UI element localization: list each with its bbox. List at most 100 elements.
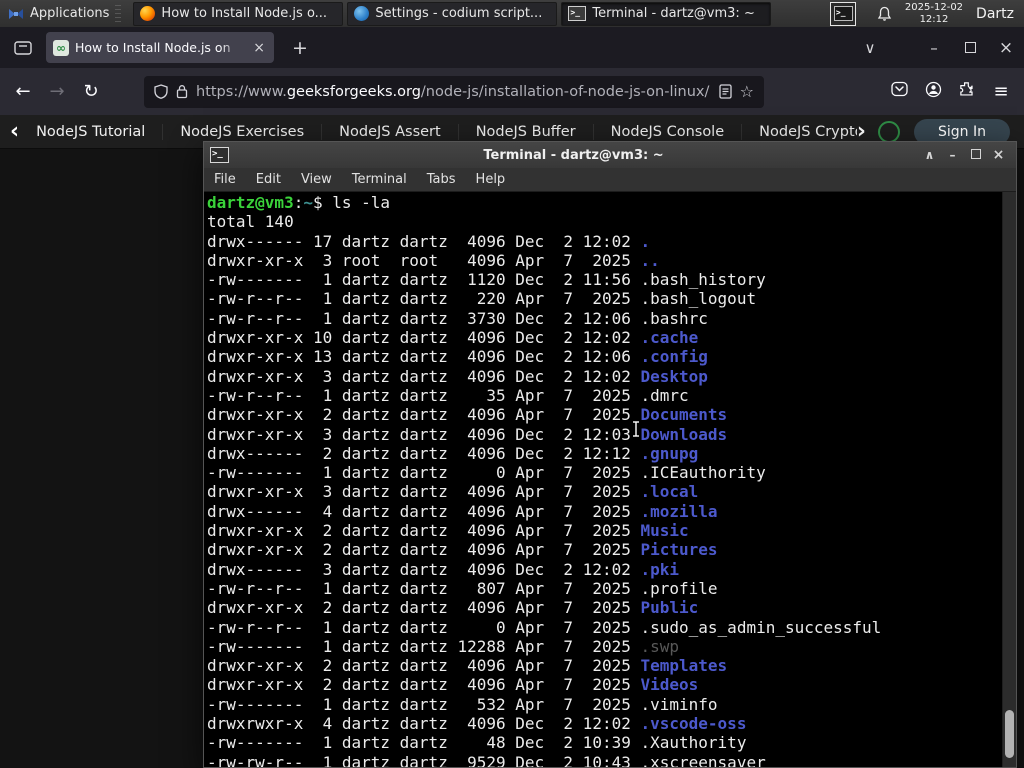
geeksforgeeks-favicon-icon: ∞ (53, 39, 69, 56)
file-attributes: drwxr-xr-x 2 dartz dartz 4096 Apr 7 2025 (207, 405, 641, 425)
directory-name: .pki (640, 559, 680, 579)
terminal-listing-row: -rw-r--r-- 1 dartz dartz 0 Apr 7 2025 .s… (207, 618, 1000, 637)
tab-title: How to Install Node.js on (75, 40, 231, 55)
terminal-output: dartz@vm3:~$ ls -la total 140 drwx------… (207, 193, 1000, 767)
terminal-listing-row: -rw-r--r-- 1 dartz dartz 220 Apr 7 2025 … (207, 289, 1000, 308)
prompt-dollar: $ (312, 193, 333, 212)
file-attributes: -rw------- 1 dartz dartz 0 Apr 7 2025 (207, 463, 641, 483)
file-attributes: -rw------- 1 dartz dartz 532 Apr 7 2025 (207, 694, 641, 714)
tray-terminal-icon[interactable]: >_ (830, 1, 857, 26)
site-nav-item[interactable]: NodeJS Tutorial (19, 124, 162, 140)
extensions-puzzle-icon[interactable] (950, 81, 984, 102)
site-nav-items: NodeJS Tutorial NodeJS Exercises NodeJS As… (19, 123, 857, 140)
terminal-listing-row: -rw------- 1 dartz dartz 532 Apr 7 2025 … (207, 695, 1000, 714)
terminal-listing-row: drwxr-xr-x 2 dartz dartz 4096 Apr 7 2025… (207, 521, 1000, 540)
terminal-scrollbar-thumb[interactable] (1005, 710, 1014, 758)
site-nav-item[interactable]: NodeJS Assert (321, 123, 458, 140)
terminal-listing-row: -rw-r--r-- 1 dartz dartz 807 Apr 7 2025 … (207, 579, 1000, 598)
terminal-listing-row: drwx------ 2 dartz dartz 4096 Dec 2 12:1… (207, 444, 1000, 463)
terminal-maximize-button[interactable] (964, 148, 987, 162)
notification-bell-icon[interactable] (877, 6, 892, 22)
terminal-menu-help[interactable]: Help (466, 172, 516, 187)
terminal-listing-row: drwx------ 17 dartz dartz 4096 Dec 2 12:… (207, 232, 1000, 251)
terminal-menu-view[interactable]: View (291, 172, 342, 187)
user-menu[interactable]: Dartz (976, 6, 1014, 22)
site-nav-item[interactable]: NodeJS Exercises (162, 123, 321, 140)
terminal-listing-row: -rw------- 1 dartz dartz 48 Dec 2 10:39 … (207, 733, 1000, 752)
file-attributes: drwxr-xr-x 3 dartz dartz 4096 Dec 2 12:0… (207, 424, 641, 444)
taskbar-button-firefox[interactable]: How to Install Node.js o... (133, 1, 344, 26)
file-attributes: -rw-r--r-- 1 dartz dartz 3730 Dec 2 12:0… (207, 308, 641, 328)
terminal-listing-row: -rw-r--r-- 1 dartz dartz 3730 Dec 2 12:0… (207, 309, 1000, 328)
prompt-colon: : (293, 193, 304, 212)
file-name: .sudo_as_admin_successful (640, 617, 882, 637)
list-all-tabs-button[interactable]: ∨ (852, 39, 888, 57)
directory-name: Music (640, 521, 689, 541)
site-nav-item[interactable]: NodeJS Buffer (457, 123, 593, 140)
directory-name: Templates (640, 656, 728, 676)
panel-status-area: 2025-12-02 12:12 Dartz (877, 2, 1024, 25)
terminal-menu-terminal[interactable]: Terminal (342, 172, 417, 187)
window-maximize-button[interactable] (952, 39, 988, 57)
terminal-menu-file[interactable]: File (204, 172, 246, 187)
hamburger-menu-icon[interactable]: ≡ (984, 81, 1018, 102)
terminal-listing-row: drwxr-xr-x 3 dartz dartz 4096 Dec 2 12:0… (207, 367, 1000, 386)
terminal-scrollbar[interactable] (1002, 192, 1016, 767)
site-nav-item[interactable]: NodeJS Console (592, 123, 742, 140)
back-button[interactable]: ← (6, 81, 40, 102)
nav-scroll-left-icon[interactable]: ‹ (10, 120, 19, 143)
terminal-icon: >_ (833, 6, 853, 21)
forward-button[interactable]: → (40, 81, 74, 102)
taskbar-button-terminal[interactable]: >_ Terminal - dartz@vm3: ~ (561, 1, 772, 26)
terminal-menu-tabs[interactable]: Tabs (417, 172, 466, 187)
terminal-prompt-line: dartz@vm3:~$ ls -la (207, 193, 1000, 212)
reload-button[interactable]: ↻ (74, 81, 108, 102)
tracking-shield-icon[interactable] (154, 84, 168, 99)
panel-separator (115, 4, 122, 23)
lock-icon[interactable] (176, 84, 188, 99)
panel-clock[interactable]: 2025-12-02 12:12 (905, 2, 963, 25)
firefox-icon (140, 6, 156, 21)
directory-name: Public (640, 598, 699, 618)
panel-time: 12:12 (919, 13, 949, 25)
file-attributes: -rw-r--r-- 1 dartz dartz 807 Apr 7 2025 (207, 578, 641, 598)
window-minimize-button[interactable]: – (916, 39, 952, 57)
terminal-body[interactable]: dartz@vm3:~$ ls -la total 140 drwx------… (204, 192, 1016, 767)
terminal-listing-row: drwxr-xr-x 2 dartz dartz 4096 Apr 7 2025… (207, 405, 1000, 424)
new-tab-button[interactable]: + (286, 37, 314, 59)
directory-name: .gnupg (640, 443, 699, 463)
applications-label: Applications (30, 6, 110, 21)
search-icon[interactable] (878, 120, 900, 143)
terminal-listing-row: drwxr-xr-x 3 dartz dartz 4096 Dec 2 12:0… (207, 425, 1000, 444)
terminal-title-bar[interactable]: >_ Terminal - dartz@vm3: ~ ∧ – × (204, 142, 1016, 168)
reader-mode-icon[interactable] (719, 84, 732, 99)
file-name: .dmrc (640, 385, 689, 405)
browser-tab-active[interactable]: ∞ How to Install Node.js on × (46, 32, 274, 63)
tab-close-icon[interactable]: × (251, 40, 267, 56)
terminal-close-button[interactable]: × (987, 147, 1010, 163)
firefox-tab-bar: ∞ How to Install Node.js on × + ∨ – × (0, 27, 1024, 68)
file-name: .bashrc (640, 308, 708, 328)
terminal-shade-button[interactable]: ∧ (918, 148, 941, 162)
firefox-view-icon[interactable] (8, 33, 38, 63)
account-icon[interactable] (916, 81, 950, 103)
directory-name: .cache (640, 328, 699, 348)
pocket-icon[interactable] (882, 81, 916, 102)
terminal-minimize-button[interactable]: – (941, 148, 964, 162)
url-bar[interactable]: https://www.geeksforgeeks.org/node-js/in… (144, 75, 764, 108)
url-text[interactable]: https://www.geeksforgeeks.org/node-js/in… (196, 84, 711, 100)
applications-menu-button[interactable]: Applications (0, 0, 133, 27)
terminal-listing-row: -rw------- 1 dartz dartz 1120 Dec 2 11:5… (207, 270, 1000, 289)
window-close-button[interactable]: × (988, 38, 1024, 58)
file-attributes: drwxr-xr-x 13 dartz dartz 4096 Dec 2 12:… (207, 347, 641, 367)
terminal-icon: >_ (568, 6, 587, 21)
bookmark-star-icon[interactable]: ☆ (740, 82, 754, 101)
site-nav-item[interactable]: NodeJS Crypto (741, 123, 857, 140)
url-domain: geeksforgeeks.org (286, 83, 421, 100)
terminal-menu-edit[interactable]: Edit (246, 172, 291, 187)
directory-name: Videos (640, 675, 699, 695)
nav-scroll-right-icon[interactable]: › (857, 120, 866, 143)
directory-name: .config (640, 347, 708, 367)
typed-command: ls -la (332, 193, 391, 212)
taskbar-button-codium-settings[interactable]: Settings - codium script... (347, 1, 558, 26)
